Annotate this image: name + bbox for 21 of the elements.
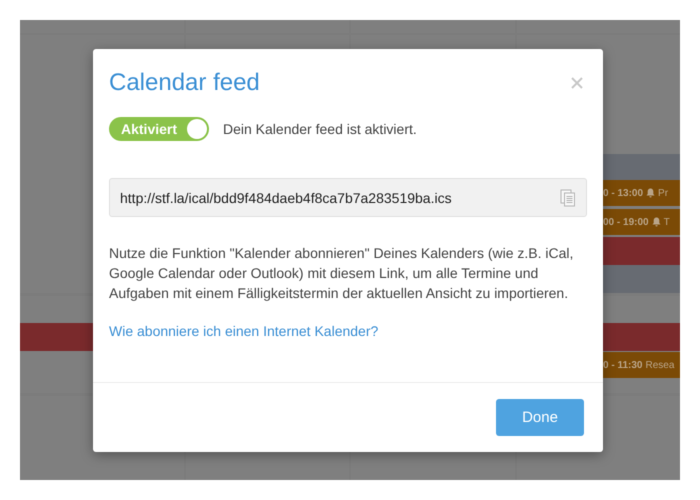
calendar-event[interactable]: 0 - 11:30 Resea (603, 352, 680, 378)
done-button[interactable]: Done (496, 399, 584, 436)
event-time: 0 - 11:30 (603, 360, 642, 370)
calendar-event[interactable] (603, 265, 680, 293)
close-button[interactable] (571, 77, 583, 89)
url-field[interactable]: http://stf.la/ical/bdd9f484daeb4f8ca7b7a283519ba.ics (109, 178, 587, 217)
calendar-event[interactable]: 00 - 19:00 T (603, 209, 680, 235)
dialog-title: Calendar feed (109, 69, 260, 97)
event-title: Resea (645, 360, 674, 370)
status-text: Dein Kalender feed ist aktiviert. (223, 121, 417, 137)
event-time: 0 - 13:00 (603, 188, 644, 198)
event-title: T (664, 216, 670, 228)
calendar-event[interactable]: 0 - 13:00 Pr (603, 180, 680, 206)
toggle-switch[interactable]: Aktiviert (109, 117, 209, 141)
calendar-event[interactable] (603, 154, 680, 180)
copy-icon[interactable] (560, 188, 576, 206)
calendar-event[interactable] (603, 237, 680, 265)
event-title: Pr (658, 188, 668, 198)
event-time: 00 - 19:00 (603, 216, 649, 228)
help-link[interactable]: Wie abonniere ich einen Internet Kalender? (109, 323, 378, 339)
description-text: Nutze die Funktion "Kalender abonnieren" Deines Kalenders (wie z.B. iCal, Google Calendar oder Outlook) mit diesem Link, um alle Termine und Aufgaben mit einem Fälligkeitstermin der aktuellen Ansicht zu importieren. (109, 244, 574, 303)
